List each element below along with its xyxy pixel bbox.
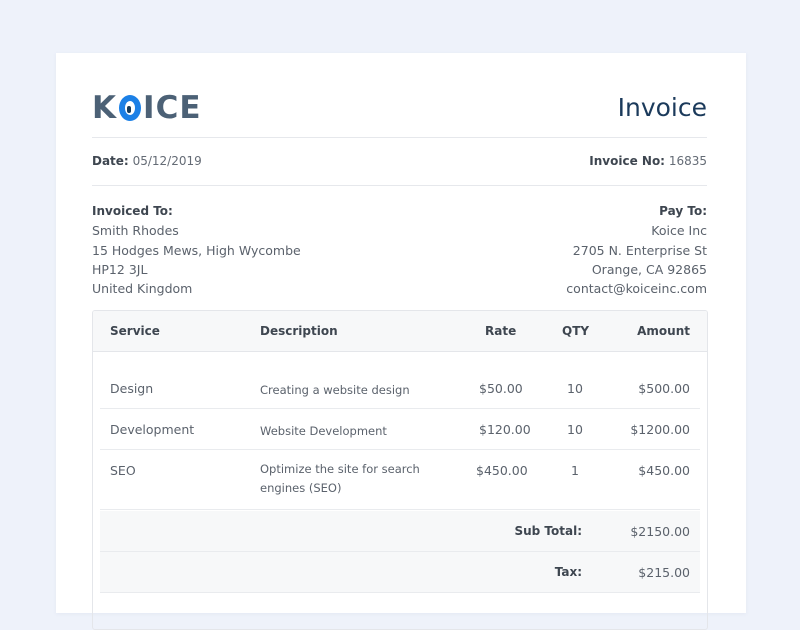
company-logo: K ICE (92, 90, 202, 126)
table-row: SEO Optimize the site for search engines… (100, 450, 700, 510)
subtotal-row: Sub Total: $2150.00 (100, 511, 700, 552)
invoice-header: K ICE Invoice (92, 91, 707, 131)
address-line: HP12 3JL (92, 261, 148, 277)
address-line: United Kingdom (92, 281, 193, 297)
column-header-description: Description (260, 324, 338, 338)
divider (92, 137, 707, 138)
services-table: Service Description Rate QTY Amount Desi… (92, 310, 708, 630)
invoice-number-field: Invoice No: 16835 (589, 154, 707, 168)
column-header-qty: QTY (562, 324, 590, 338)
invoiced-to-block: Invoiced To: Smith Rhodes 15 Hodges Mews… (92, 202, 301, 298)
tax-row: Tax: $215.00 (100, 552, 700, 593)
table-row: Development Website Development $120.00 … (100, 409, 700, 450)
address-line: Orange, CA 92865 (591, 261, 707, 277)
invoice-card: K ICE Invoice Date: 05/12/2019 Invoice No… (56, 53, 746, 630)
address-line: Koice Inc (651, 223, 707, 239)
column-header-amount: Amount (637, 324, 690, 338)
email-link[interactable]: contact@koiceinc.com (566, 279, 707, 298)
logo-o-icon (119, 95, 142, 121)
address-line: 15 Hodges Mews, High Wycombe (92, 242, 301, 258)
address-line: 2705 N. Enterprise St (572, 242, 707, 258)
table-row: Design Creating a website design $50.00 … (100, 368, 700, 409)
pay-to-block: Pay To: Koice Inc 2705 N. Enterprise St … (566, 202, 707, 298)
page-title: Invoice (617, 93, 707, 122)
date-field: Date: 05/12/2019 (92, 154, 202, 168)
table-header: Service Description Rate QTY Amount (93, 311, 707, 352)
column-header-service: Service (110, 324, 160, 338)
address-line: Smith Rhodes (92, 223, 179, 239)
invoice-meta: Date: 05/12/2019 Invoice No: 16835 (92, 154, 707, 168)
divider (92, 185, 707, 186)
column-header-rate: Rate (485, 324, 517, 338)
